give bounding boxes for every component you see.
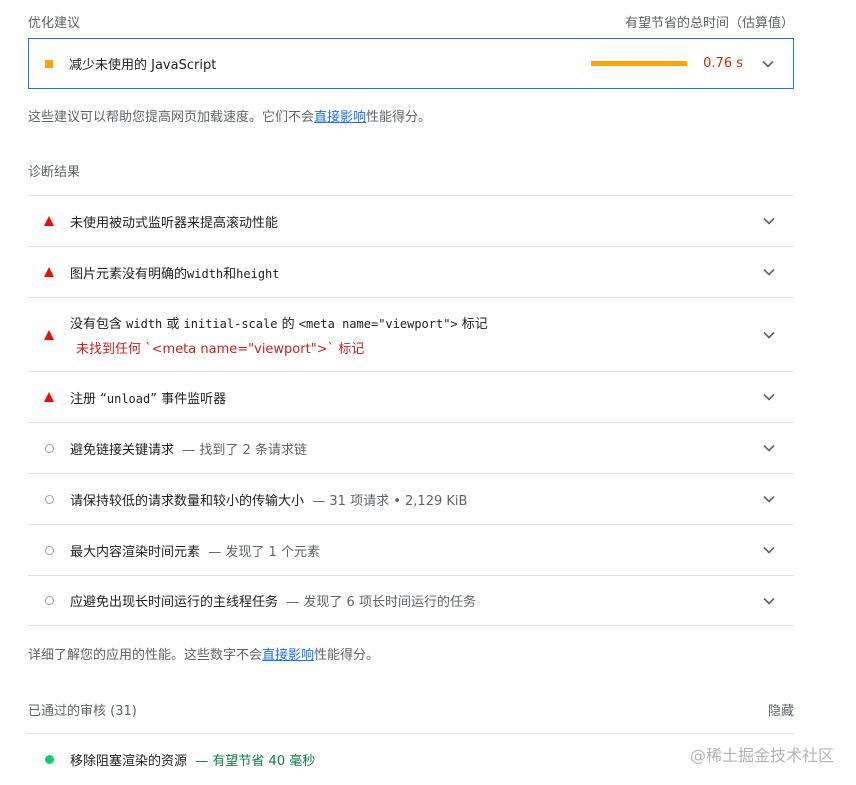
opportunities-note: 这些建议可以帮助您提高网页加载速度。它们不会直接影响性能得分。 <box>28 106 431 125</box>
code-text: height <box>236 266 280 281</box>
chevron-down-icon[interactable] <box>757 60 779 68</box>
note-text: 这些建议可以帮助您提高网页加载速度。它们不会 <box>28 110 315 125</box>
title-text: 标记 <box>457 316 488 332</box>
note-text: 性能得分。 <box>314 648 380 663</box>
chevron-down-icon[interactable] <box>758 444 780 452</box>
display-value: — 找到了 2 条请求链 <box>182 442 307 458</box>
chevron-down-icon[interactable] <box>758 393 780 401</box>
passed-heading-text: 已通过的审核 <box>28 704 107 719</box>
passed-audit-display: — 有望节省 40 毫秒 <box>195 753 316 769</box>
diagnostic-row[interactable]: 注册 “unload” 事件监听器 <box>28 371 794 422</box>
title-text: 最大内容渲染时间元素 <box>70 544 201 560</box>
diagnostic-row[interactable]: 没有包含 width 或 initial-scale 的 <meta name=… <box>28 297 794 371</box>
passed-audit-row[interactable]: 移除阻塞渲染的资源 — 有望节省 40 毫秒 <box>28 733 794 784</box>
diagnostic-title: 没有包含 width 或 initial-scale 的 <meta name=… <box>70 313 758 357</box>
passed-audits-title: 已通过的审核 (31) <box>28 700 137 719</box>
savings-column-title: 有望节省的总时间（估算值） <box>624 16 794 31</box>
code-text: unload <box>106 391 151 406</box>
diagnostic-title: 应避免出现长时间运行的主线程任务 — 发现了 6 项长时间运行的任务 <box>70 591 758 610</box>
title-text: 的 <box>277 316 299 332</box>
diagnostic-title: 图片元素没有明确的width和height <box>70 263 758 282</box>
diagnostic-title: 最大内容渲染时间元素 — 发现了 1 个元素 <box>70 541 758 560</box>
display-value: — 31 项请求 • 2,129 KiB <box>312 493 468 509</box>
diagnostic-row[interactable]: 图片元素没有明确的width和height <box>28 246 794 297</box>
code-text: initial-scale <box>183 316 278 331</box>
diagnostics-note: 详细了解您的应用的性能。这些数字不会直接影响性能得分。 <box>28 644 379 663</box>
fail-triangle-icon <box>44 329 54 340</box>
display-value: — 发现了 6 项长时间运行的任务 <box>286 595 476 610</box>
title-text: 没有包含 <box>70 316 127 332</box>
diagnostic-row[interactable]: 应避免出现长时间运行的主线程任务 — 发现了 6 项长时间运行的任务 <box>28 575 794 626</box>
diagnostic-row[interactable]: 避免链接关键请求 — 找到了 2 条请求链 <box>28 422 794 473</box>
chevron-down-icon[interactable] <box>758 268 780 276</box>
fail-triangle-icon <box>44 392 54 402</box>
title-text: 或 <box>162 316 184 332</box>
note-text: 详细了解您的应用的性能。这些数字不会 <box>28 648 263 663</box>
fail-triangle-icon <box>44 216 54 226</box>
chevron-down-icon[interactable] <box>758 217 780 225</box>
title-text: 图片元素没有明确的 <box>70 266 188 282</box>
title-text: 和 <box>223 266 237 282</box>
hide-button[interactable]: 隐藏 <box>768 700 794 719</box>
opportunities-header: 优化建议 有望节省的总时间（估算值） <box>28 12 794 31</box>
savings-bar <box>591 61 688 66</box>
diagnostic-row[interactable]: 最大内容渲染时间元素 — 发现了 1 个元素 <box>28 524 794 575</box>
savings-value: 0.76 s <box>703 56 743 71</box>
code-text: <meta name="viewport"> <box>298 316 458 331</box>
diagnostic-row[interactable]: 未使用被动式监听器来提高滚动性能 <box>28 195 794 246</box>
opportunities-title: 优化建议 <box>28 16 81 31</box>
opportunity-title: 减少未使用的 JavaScript <box>69 58 217 73</box>
chevron-down-icon[interactable] <box>758 495 780 503</box>
diagnostics-list: 未使用被动式监听器来提高滚动性能 图片元素没有明确的width和height 没… <box>28 195 794 626</box>
passed-audit-title: 移除阻塞渲染的资源 <box>70 753 188 769</box>
info-circle-icon <box>44 443 54 453</box>
direct-impact-link[interactable]: 直接影响 <box>314 110 366 125</box>
diagnostics-title: 诊断结果 <box>28 165 81 180</box>
diagnostic-title: 注册 “unload” 事件监听器 <box>70 388 758 407</box>
opportunity-unused-js[interactable]: 减少未使用的 JavaScript 0.76 s <box>28 38 794 89</box>
title-text: 避免链接关键请求 <box>70 442 175 458</box>
chevron-down-icon[interactable] <box>758 546 780 554</box>
title-text: ” 事件监听器 <box>150 391 227 407</box>
direct-impact-link[interactable]: 直接影响 <box>262 648 314 663</box>
diagnostic-title: 未使用被动式监听器来提高滚动性能 <box>70 215 279 231</box>
info-circle-icon <box>44 596 54 605</box>
watermark: @稀土掘金技术社区 <box>689 746 834 765</box>
chevron-down-icon[interactable] <box>758 331 780 339</box>
display-value: — 发现了 1 个元素 <box>208 544 320 560</box>
code-text: width <box>126 316 163 331</box>
diagnostics-header: 诊断结果 <box>28 161 80 180</box>
diagnostic-title: 避免链接关键请求 — 找到了 2 条请求链 <box>70 439 758 458</box>
title-text: 请保持较低的请求数量和较小的传输大小 <box>70 493 305 509</box>
title-text: 注册 “ <box>70 391 107 407</box>
info-circle-icon <box>44 494 54 504</box>
fail-triangle-icon <box>44 267 54 277</box>
passed-count: (31) <box>110 704 137 719</box>
code-text: width <box>187 266 224 281</box>
error-message: 未找到任何 `<meta name="viewport">` 标记 <box>76 341 365 357</box>
title-text: 应避免出现长时间运行的主线程任务 <box>70 595 279 610</box>
diagnostic-row[interactable]: 请保持较低的请求数量和较小的传输大小 — 31 项请求 • 2,129 KiB <box>28 473 794 524</box>
warning-square-icon <box>45 59 53 68</box>
info-circle-icon <box>44 545 54 555</box>
chevron-down-icon[interactable] <box>758 597 780 605</box>
passed-audits-header: 已通过的审核 (31) 隐藏 <box>28 700 794 719</box>
note-text: 性能得分。 <box>366 110 432 125</box>
diagnostic-title: 请保持较低的请求数量和较小的传输大小 — 31 项请求 • 2,129 KiB <box>70 490 758 509</box>
pass-dot-icon <box>44 754 54 764</box>
